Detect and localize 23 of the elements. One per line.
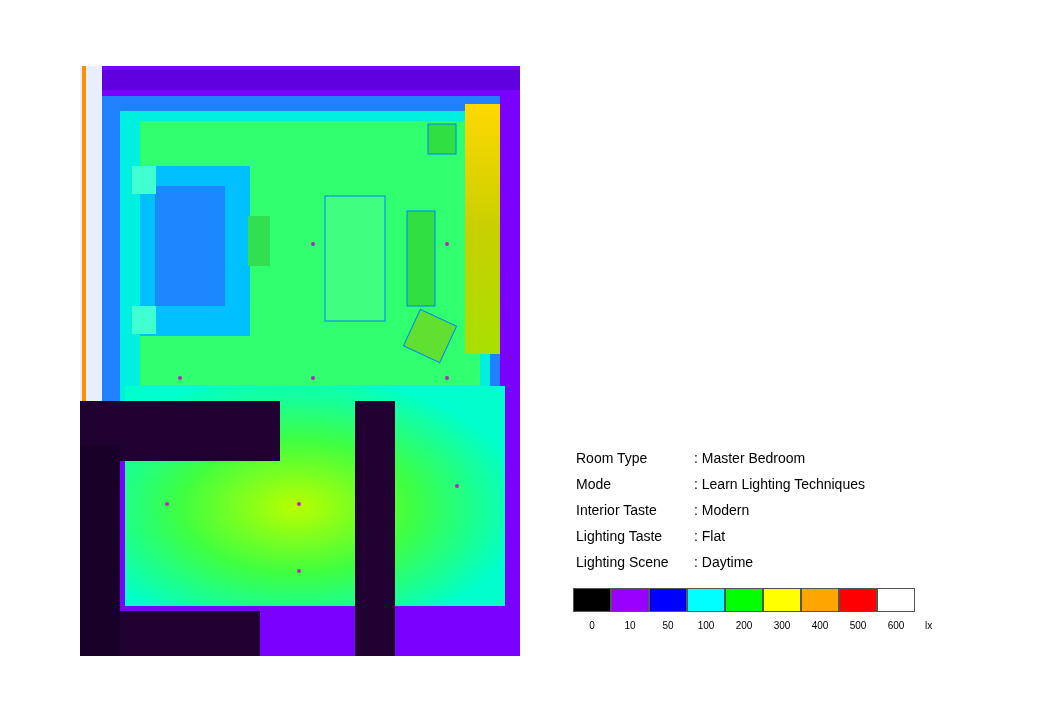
info-value: : Modern xyxy=(694,501,750,520)
info-value: : Learn Lighting Techniques xyxy=(694,475,865,494)
info-label: Interior Taste xyxy=(576,501,658,520)
legend-value: 500 xyxy=(849,619,867,633)
info-label: Lighting Taste xyxy=(576,527,664,546)
legend-value: 50 xyxy=(662,619,674,633)
legend-value: 400 xyxy=(811,619,829,633)
info-label: Mode xyxy=(576,475,613,494)
legend-value: 100 xyxy=(697,619,715,633)
legend-value: 200 xyxy=(735,619,753,633)
legend-value: 600 xyxy=(887,619,905,633)
legend-value: 300 xyxy=(773,619,791,633)
legend-value: 10 xyxy=(624,619,636,633)
info-label: Room Type xyxy=(576,449,649,468)
legend-unit: lx xyxy=(925,619,933,633)
side-table xyxy=(427,123,457,155)
info-value: : Daytime xyxy=(694,553,754,572)
nightstand xyxy=(132,306,156,334)
nightstand xyxy=(132,166,156,194)
info-value: : Flat xyxy=(694,527,726,546)
legend-value: 0 xyxy=(589,619,595,633)
info-label: Lighting Scene xyxy=(576,553,670,572)
info-value: : Master Bedroom xyxy=(694,449,806,468)
